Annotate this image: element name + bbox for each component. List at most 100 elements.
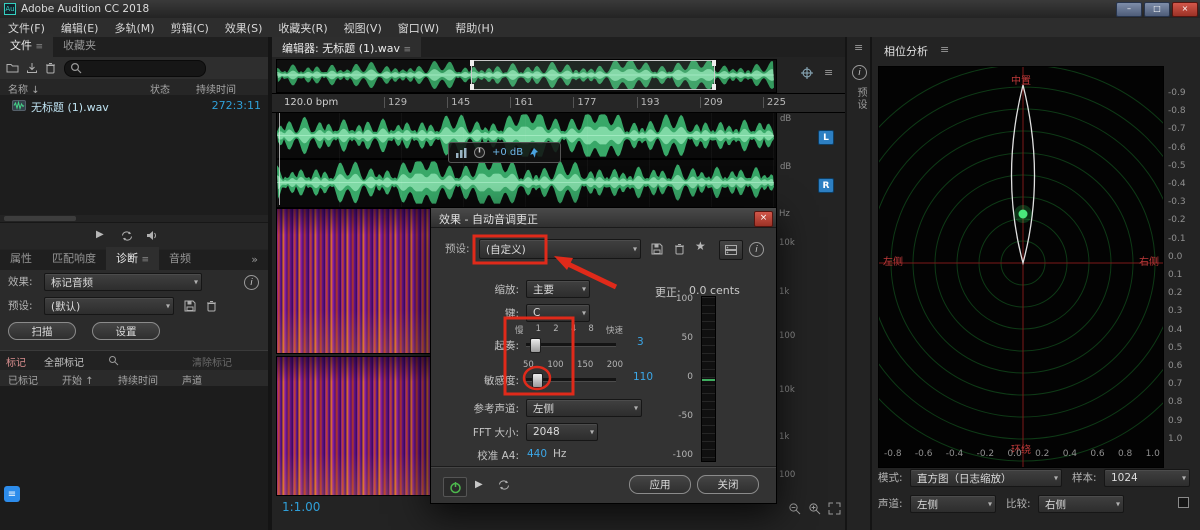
overview-selection[interactable] <box>471 60 715 90</box>
channel-dropdown[interactable]: 左侧 <box>910 495 996 513</box>
column-duration[interactable]: 持续时间 <box>196 81 236 96</box>
play-icon[interactable]: ▶ <box>96 229 104 240</box>
apply-button[interactable]: 应用 <box>629 475 691 494</box>
panel-menu-icon[interactable]: ≡ <box>404 45 412 55</box>
save-preset-icon[interactable] <box>184 300 196 312</box>
editor-tab[interactable]: 编辑器: 无标题 (1).wav ≡ <box>272 37 421 57</box>
preview-play-icon[interactable]: ▶ <box>475 479 483 490</box>
dock-preset-tab[interactable]: 预设 <box>853 87 868 111</box>
column-name[interactable]: 名称 ↓ <box>8 81 40 96</box>
search-markers-icon[interactable] <box>108 355 119 366</box>
minimize-button[interactable]: – <box>1116 2 1142 17</box>
close-dialog-button[interactable]: 关闭 <box>697 475 759 494</box>
dialog-preset-dropdown[interactable]: (自定义) <box>479 239 641 259</box>
maximize-button[interactable]: □ <box>1144 2 1170 17</box>
search-input[interactable] <box>64 60 206 77</box>
left-channel-badge[interactable]: L <box>818 130 834 145</box>
menu-item[interactable]: 收藏夹(R) <box>270 18 335 38</box>
compare-label: 比较: <box>1006 497 1031 511</box>
calibration-value[interactable]: 440 <box>527 448 547 460</box>
zoom-in-icon[interactable] <box>808 502 821 515</box>
overview-menu-icon[interactable]: ≡ <box>824 66 833 79</box>
column-start[interactable]: 开始 ↑ <box>62 372 94 387</box>
power-toggle-icon[interactable] <box>443 477 467 497</box>
selection-handle[interactable] <box>470 84 474 90</box>
preset-dropdown[interactable]: (默认) <box>44 297 174 315</box>
mode-dropdown[interactable]: 直方图（日志缩放） <box>910 469 1062 487</box>
menu-item[interactable]: 多轨(M) <box>106 18 162 38</box>
effect-dropdown[interactable]: 标记音频 <box>44 273 202 291</box>
tab-audio[interactable]: 音频 <box>159 247 201 270</box>
settings-button[interactable]: 设置 <box>92 322 160 340</box>
delete-preset-icon[interactable] <box>206 300 217 312</box>
panel-menu-icon[interactable]: ≡ <box>940 43 949 56</box>
pin-icon[interactable] <box>529 147 539 159</box>
scrub-icon[interactable] <box>800 66 814 80</box>
playhead[interactable] <box>279 113 280 205</box>
dialog-titlebar[interactable]: 效果 - 自动音调更正 × <box>431 208 776 228</box>
speaker-icon[interactable] <box>146 230 161 241</box>
tab-files[interactable]: 文件 ≡ <box>0 34 53 57</box>
tab-match-loudness[interactable]: 匹配响度 <box>42 247 106 270</box>
more-tabs-icon[interactable]: » <box>241 250 268 270</box>
effect-info-icon[interactable]: i <box>244 275 259 290</box>
menu-item[interactable]: 剪辑(C) <box>163 18 217 38</box>
panel-menu-icon[interactable]: ≡ <box>36 42 44 52</box>
file-row[interactable]: 无标题 (1).wav 272:3:11 <box>0 97 268 114</box>
tab-properties[interactable]: 属性 <box>0 247 42 270</box>
menu-item[interactable]: 窗口(W) <box>390 18 447 38</box>
reference-channel-dropdown[interactable]: 左侧 <box>526 399 642 417</box>
attack-value[interactable]: 3 <box>637 336 644 348</box>
clear-markers-button[interactable]: 清除标记 <box>192 354 232 369</box>
trash-icon[interactable] <box>45 62 56 74</box>
import-icon[interactable] <box>26 62 38 74</box>
sensitivity-value[interactable]: 110 <box>633 371 653 383</box>
files-hscrollbar[interactable] <box>4 216 76 221</box>
dialog-info-icon[interactable]: i <box>749 242 764 257</box>
tab-diagnostics[interactable]: 诊断 ≡ <box>106 247 159 270</box>
menu-item[interactable]: 帮助(H) <box>447 18 502 38</box>
mark-all-button[interactable]: 全部标记 <box>44 354 84 369</box>
waveform-overview[interactable] <box>276 59 777 93</box>
selection-handle[interactable] <box>712 60 716 66</box>
zoom-out-icon[interactable] <box>788 502 801 515</box>
dialog-close-button[interactable]: × <box>754 211 773 227</box>
preview-loop-icon[interactable] <box>497 479 511 491</box>
selection-handle[interactable] <box>712 84 716 90</box>
selection-handle[interactable] <box>470 60 474 66</box>
attack-slider-thumb[interactable] <box>530 338 541 353</box>
delete-preset-icon[interactable] <box>674 243 685 255</box>
rack-view-button[interactable] <box>719 240 743 260</box>
close-button[interactable]: × <box>1172 2 1198 17</box>
mark-button[interactable]: 标记 <box>6 354 26 369</box>
scale-dropdown[interactable]: 主要 <box>526 280 590 298</box>
panel-menu-icon[interactable]: ≡ <box>142 255 150 265</box>
column-channel[interactable]: 声道 <box>182 372 202 387</box>
gain-knob-icon[interactable] <box>473 146 486 159</box>
compare-dropdown[interactable]: 右侧 <box>1038 495 1124 513</box>
column-status[interactable]: 状态 <box>150 81 170 96</box>
open-folder-icon[interactable] <box>6 62 19 73</box>
attack-label: 起奏: <box>431 338 519 353</box>
right-channel-badge[interactable]: R <box>818 178 834 193</box>
timeline-ruler[interactable]: 120.0 bpm 129145161177193209225 <box>272 93 845 113</box>
menu-item[interactable]: 视图(V) <box>336 18 390 38</box>
dock-menu-icon[interactable]: ≡ <box>854 41 863 54</box>
sensitivity-slider-thumb[interactable] <box>532 373 543 388</box>
phase-option-checkbox[interactable] <box>1178 497 1189 508</box>
gain-hud[interactable]: +0 dB <box>448 142 561 163</box>
loop-icon[interactable] <box>120 230 134 242</box>
scan-button[interactable]: 扫描 <box>8 322 76 340</box>
fft-size-dropdown[interactable]: 2048 <box>526 423 598 441</box>
tab-favorites[interactable]: 收藏夹 <box>53 34 106 57</box>
panel-corner-icon[interactable]: ≡ <box>4 486 20 502</box>
zoom-fit-icon[interactable] <box>828 502 841 515</box>
favorite-star-icon[interactable]: ★ <box>695 239 706 253</box>
key-dropdown[interactable]: C <box>526 304 590 322</box>
column-marked[interactable]: 已标记 <box>8 372 38 387</box>
save-preset-icon[interactable] <box>651 243 663 255</box>
dock-info-icon[interactable]: i <box>852 65 867 80</box>
column-duration[interactable]: 持续时间 <box>118 372 158 387</box>
menu-item[interactable]: 效果(S) <box>217 18 271 38</box>
samples-dropdown[interactable]: 1024 <box>1104 469 1190 487</box>
